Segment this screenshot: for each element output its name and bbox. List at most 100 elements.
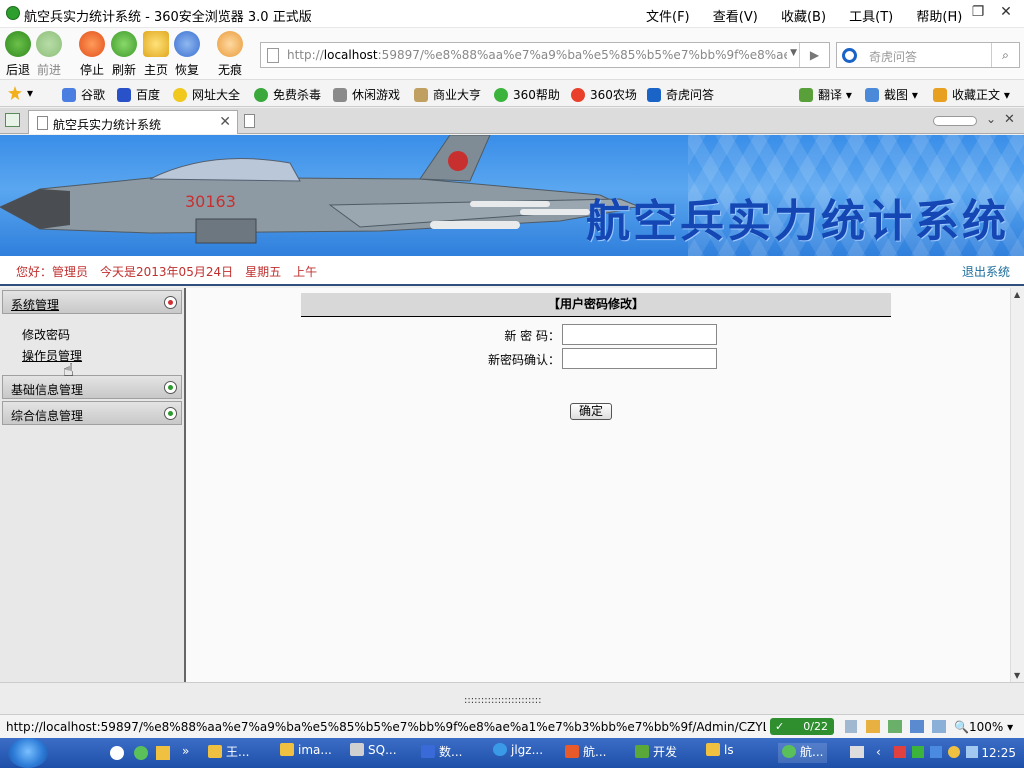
menu-file[interactable]: 文件(F) — [646, 10, 690, 25]
bookmark-google[interactable]: 谷歌 — [62, 86, 105, 103]
banner-title: 航空兵实力统计系统 — [586, 196, 1009, 247]
tab-active[interactable]: 航空兵实力统计系统 ✕ — [28, 110, 238, 134]
menu-view[interactable]: 查看(V) — [713, 10, 758, 25]
bookmark-360farm[interactable]: 360农场 — [571, 86, 637, 103]
save-content-button[interactable]: 收藏正文 ▾ — [933, 86, 1010, 103]
close-all-icon[interactable]: ✕ — [1004, 112, 1015, 127]
close-tab-icon[interactable]: ✕ — [219, 114, 231, 130]
gamepad-icon — [333, 88, 347, 102]
quicklaunch-360-icon[interactable] — [134, 746, 148, 760]
baidu-icon — [117, 88, 131, 102]
search-box[interactable]: 奇虎问答 ⌕ — [836, 42, 1020, 68]
menu-bar: 文件(F) 查看(V) 收藏(B) 工具(T) 帮助(H) — [646, 6, 981, 25]
collapse-icon[interactable] — [164, 296, 177, 309]
new-tab-icon[interactable] — [244, 114, 255, 128]
splitter-grip[interactable]: ::::::::::::::::::::::: — [464, 695, 542, 706]
expand-icon[interactable] — [164, 407, 177, 420]
status-tool-icon[interactable] — [910, 720, 924, 733]
tray-icon[interactable] — [948, 746, 960, 758]
taskbar-item[interactable]: 航... — [565, 743, 606, 763]
bookmark-games[interactable]: 休闲游戏 — [333, 86, 400, 103]
tray-icon[interactable] — [930, 746, 942, 758]
window-title-bar: 航空兵实力统计系统 - 360安全浏览器 3.0 正式版 文件(F) 查看(V)… — [0, 0, 1024, 28]
sidebar-item-change-password[interactable]: 修改密码 — [22, 326, 70, 343]
search-engine-icon[interactable] — [842, 48, 857, 63]
tray-expand-icon[interactable]: ‹ — [876, 745, 881, 759]
taskbar-item-active[interactable]: 航... — [778, 743, 828, 763]
incognito-button[interactable]: 无痕 — [212, 31, 248, 78]
status-tool-icon[interactable] — [888, 720, 902, 733]
status-tool-icon[interactable] — [845, 720, 857, 733]
home-icon — [143, 31, 169, 57]
status-tool-icon[interactable] — [866, 720, 880, 733]
form-title: 【用户密码修改】 — [301, 293, 891, 317]
bookmark-baidu[interactable]: 百度 — [117, 86, 160, 103]
stop-button[interactable]: 停止 — [74, 31, 110, 78]
taskbar-item[interactable]: ima... — [280, 743, 332, 763]
tab-list-icon[interactable]: ⌄ — [986, 112, 996, 126]
scroll-down-icon[interactable]: ▼ — [1014, 671, 1020, 680]
quicklaunch-folder-icon[interactable] — [156, 746, 170, 760]
frame-splitter[interactable]: ::::::::::::::::::::::: — [0, 682, 1024, 714]
tray-keyboard-icon[interactable] — [850, 746, 864, 758]
close-window-icon[interactable]: ✕ — [994, 4, 1018, 22]
minimize-icon[interactable]: – — [940, 4, 964, 22]
restore-icon[interactable]: ❐ — [966, 4, 990, 22]
bookmark-360help[interactable]: 360帮助 — [494, 86, 560, 103]
sidebar-section-system[interactable]: 系统管理 — [2, 290, 182, 314]
vertical-scrollbar[interactable]: ▲ ▼ — [1010, 288, 1024, 682]
quicklaunch-more-icon[interactable]: » — [182, 744, 189, 758]
confirm-password-input[interactable] — [562, 348, 717, 369]
taskbar-item[interactable]: ls — [706, 743, 734, 763]
confirm-button[interactable]: 确定 — [570, 403, 612, 420]
tray-network-icon[interactable] — [966, 746, 978, 758]
screenshot-button[interactable]: 截图 ▾ — [865, 86, 918, 103]
sidebar-toggle-icon[interactable] — [5, 113, 20, 127]
address-bar[interactable]: http://localhost:59897/%e8%88%aa%e7%a9%b… — [260, 42, 830, 68]
translate-button[interactable]: 翻译 ▾ — [799, 86, 852, 103]
qihoo-icon — [647, 88, 661, 102]
zoom-level[interactable]: 🔍100% ▾ — [954, 720, 1013, 734]
search-icon[interactable]: ⌕ — [991, 43, 1019, 67]
scroll-up-icon[interactable]: ▲ — [1014, 290, 1020, 299]
download-progress[interactable]: 0/22 — [770, 718, 834, 735]
tray-icon[interactable] — [894, 746, 906, 758]
user-greeting: 您好：管理员 今天是2013年05月24日 星期五 上午 — [16, 265, 318, 279]
expand-icon[interactable] — [164, 381, 177, 394]
search-input[interactable]: 奇虎问答 — [869, 48, 917, 65]
plane-number: 30163 — [185, 192, 236, 211]
bookmark-qihoo[interactable]: 奇虎问答 — [647, 86, 714, 103]
menu-tools[interactable]: 工具(T) — [849, 10, 893, 25]
address-url[interactable]: http://localhost:59897/%e8%88%aa%e7%a9%b… — [287, 48, 787, 62]
start-button[interactable] — [8, 738, 48, 768]
taskbar-item[interactable]: SQ... — [350, 743, 397, 763]
new-password-input[interactable] — [562, 324, 717, 345]
taskbar: » 王... ima... SQ... 数... jlgz... 航... 开发… — [0, 738, 1024, 768]
sidebar-section-basic-info[interactable]: 基础信息管理 — [2, 375, 182, 399]
volume-icon[interactable] — [932, 720, 946, 733]
bookmark-portal[interactable]: 网址大全 — [173, 86, 240, 103]
taskbar-item[interactable]: 数... — [421, 743, 462, 763]
refresh-button[interactable]: 刷新 — [106, 31, 142, 78]
logout-link[interactable]: 退出系统 — [962, 263, 1010, 280]
tab-search-pill[interactable] — [933, 116, 977, 126]
site-banner: 30163 航空兵实力统计系统 — [0, 135, 1024, 256]
taskbar-item[interactable]: 开发 — [635, 743, 677, 763]
sidebar-section-comprehensive-info[interactable]: 综合信息管理 — [2, 401, 182, 425]
taskbar-item[interactable]: 王... — [208, 743, 249, 763]
go-arrow-icon[interactable]: ▶ — [799, 43, 829, 67]
bookmark-antivirus[interactable]: 免费杀毒 — [254, 86, 321, 103]
address-dropdown-icon[interactable]: ▼ — [790, 48, 797, 58]
menu-favorites[interactable]: 收藏(B) — [781, 10, 826, 25]
status-url: http://localhost:59897/%e8%88%aa%e7%a9%b… — [6, 720, 766, 734]
bookmark-business[interactable]: 商业大亨 — [414, 86, 481, 103]
browser-logo-icon — [6, 6, 20, 20]
restore-button[interactable]: 恢复 — [169, 31, 205, 78]
forward-button[interactable]: 前进 — [31, 31, 67, 78]
favorites-star-icon[interactable]: ▾ — [8, 86, 33, 100]
flower-icon — [571, 88, 585, 102]
google-icon — [62, 88, 76, 102]
quicklaunch-ie-icon[interactable] — [110, 746, 124, 760]
taskbar-item[interactable]: jlgz... — [493, 743, 543, 763]
tray-icon[interactable] — [912, 746, 924, 758]
